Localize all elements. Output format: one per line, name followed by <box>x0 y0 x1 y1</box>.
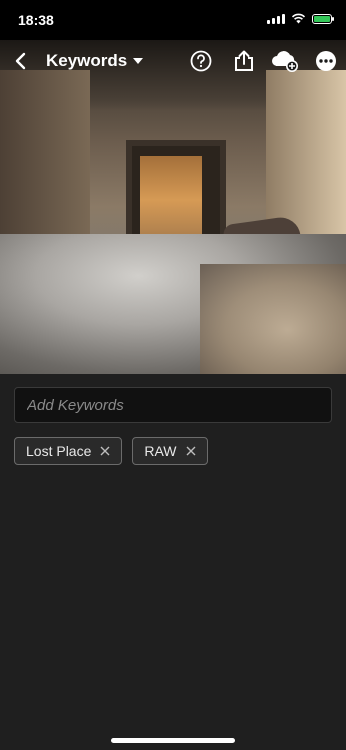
help-circle-icon <box>190 50 212 72</box>
cloud-sync-button[interactable] <box>271 48 299 74</box>
page-title: Keywords <box>46 51 128 70</box>
remove-keyword-button[interactable] <box>99 445 111 457</box>
more-button[interactable] <box>314 49 338 73</box>
cloud-add-icon <box>272 51 298 72</box>
top-toolbar: Keywords <box>0 40 346 84</box>
chevron-left-icon <box>15 52 26 70</box>
keyword-tag[interactable]: RAW <box>132 437 208 465</box>
cellular-signal-icon <box>267 13 285 24</box>
status-time: 18:38 <box>18 12 54 28</box>
share-icon <box>235 50 253 71</box>
keyword-tag-label: Lost Place <box>26 443 92 459</box>
battery-icon <box>312 13 334 24</box>
remove-keyword-button[interactable] <box>185 445 197 457</box>
home-indicator[interactable] <box>111 738 235 743</box>
close-icon <box>186 446 196 456</box>
keywords-dropdown-button[interactable]: Keywords <box>46 51 144 71</box>
keyword-tag[interactable]: Lost Place <box>14 437 123 465</box>
add-keywords-input[interactable] <box>14 387 332 423</box>
keyword-tag-list: Lost Place RAW <box>14 437 208 465</box>
keyword-tag-label: RAW <box>144 443 177 459</box>
caret-down-icon <box>133 58 144 64</box>
help-button[interactable] <box>189 49 213 73</box>
wifi-icon <box>291 13 306 24</box>
back-button[interactable] <box>8 48 34 74</box>
keywords-panel: Lost Place RAW <box>0 374 346 750</box>
status-indicators <box>267 13 334 24</box>
close-icon <box>100 446 110 456</box>
photo-preview <box>0 40 346 374</box>
status-bar: 18:38 <box>0 0 346 40</box>
more-icon <box>316 51 336 71</box>
share-button[interactable] <box>231 48 257 74</box>
